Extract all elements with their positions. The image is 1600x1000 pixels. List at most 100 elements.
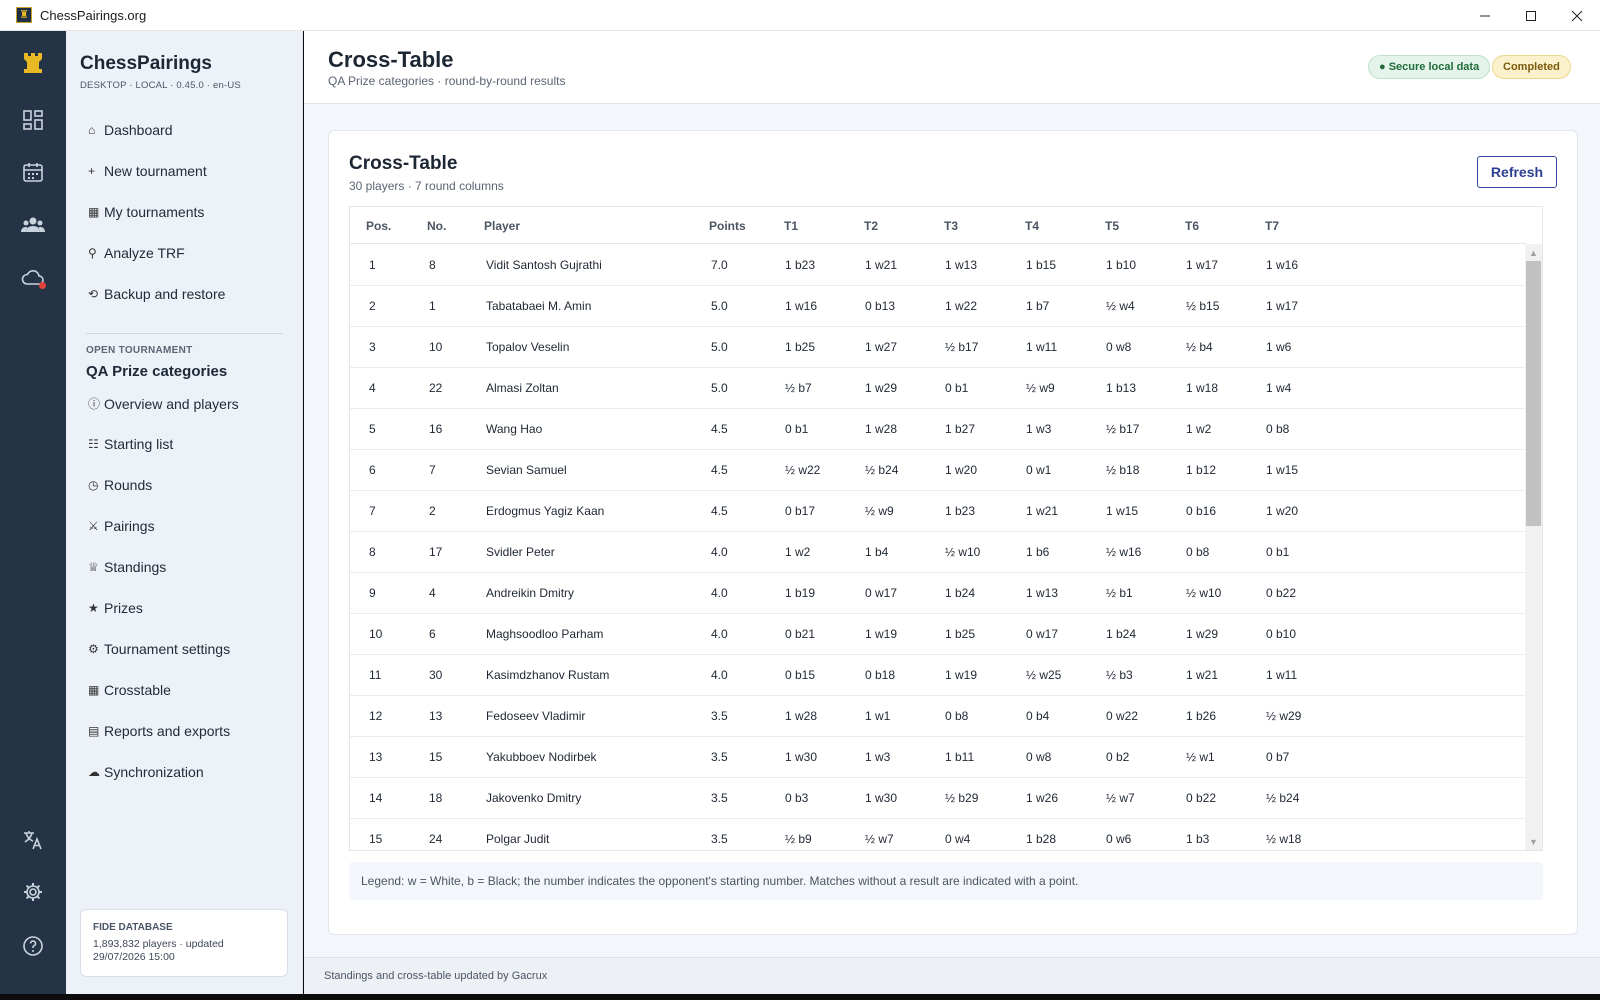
nav-analyze-trf[interactable]: ⚲ Analyze TRF bbox=[88, 245, 185, 261]
column-header-t6[interactable]: T6 bbox=[1185, 219, 1199, 233]
rail-settings-button[interactable] bbox=[13, 872, 53, 912]
column-header-no[interactable]: No. bbox=[427, 219, 446, 233]
nav-overview-players[interactable]: ⓘ Overview and players bbox=[88, 395, 239, 412]
column-header-t7[interactable]: T7 bbox=[1265, 219, 1279, 233]
cell-t1: 1 b23 bbox=[785, 258, 816, 272]
open-tournament-name: QA Prize categories bbox=[86, 363, 228, 380]
nav-pairings[interactable]: ⚔ Pairings bbox=[88, 518, 155, 534]
cell-points: 4.0 bbox=[711, 545, 728, 559]
cell-t5: ½ w16 bbox=[1106, 545, 1142, 559]
table-row[interactable]: 14 18 Jakovenko Dmitry 3.5 0 b3 1 w30 ½ b29 1 w… bbox=[350, 777, 1526, 819]
table-row[interactable]: 2 1 Tabatabaei M. Amin 5.0 1 w16 0 b13 1 w22 1 … bbox=[350, 285, 1526, 327]
crosstable[interactable]: Pos. No. Player Points T1 T2 T3 T4 T5 T6 T7 1 8 Vidi… bbox=[349, 206, 1543, 851]
cell-t3: 0 b1 bbox=[945, 381, 969, 395]
cell-pos: 3 bbox=[369, 340, 376, 354]
table-row[interactable]: 7 2 Erdogmus Yagiz Kaan 4.5 0 b17 ½ w9 1 b23 1 … bbox=[350, 490, 1526, 532]
column-header-t3[interactable]: T3 bbox=[944, 219, 958, 233]
nav-my-tournaments[interactable]: ▦ My tournaments bbox=[88, 204, 204, 220]
table-row[interactable]: 10 6 Maghsoodloo Parham 4.0 0 b21 1 w19 1 b25 0… bbox=[350, 613, 1526, 655]
column-header-points[interactable]: Points bbox=[709, 219, 746, 233]
cell-t3: 1 b25 bbox=[945, 627, 976, 641]
nav-new-tournament[interactable]: + New tournament bbox=[88, 163, 207, 179]
table-row[interactable]: 9 4 Andreikin Dmitry 4.0 1 b19 0 w17 1 b24 1 w1… bbox=[350, 572, 1526, 614]
nav-standings[interactable]: ♕ Standings bbox=[88, 559, 166, 575]
cell-t6: 0 b22 bbox=[1186, 791, 1217, 805]
table-row[interactable]: 12 13 Fedoseev Vladimir 3.5 1 w28 1 w1 0 b8 0 b… bbox=[350, 695, 1526, 737]
rail-calendar-button[interactable] bbox=[13, 152, 53, 192]
card-title: Cross-Table bbox=[349, 153, 458, 174]
cell-points: 7.0 bbox=[711, 258, 728, 272]
table-row[interactable]: 11 30 Kasimdzhanov Rustam 4.0 0 b15 0 b18 1 w1… bbox=[350, 654, 1526, 696]
scroll-thumb[interactable] bbox=[1526, 261, 1541, 526]
table-row[interactable]: 13 15 Yakubboev Nodirbek 3.5 1 w30 1 w3 1 b11 0… bbox=[350, 736, 1526, 778]
nav-dashboard[interactable]: ⌂ Dashboard bbox=[88, 122, 173, 138]
dashboard-icon bbox=[23, 110, 43, 130]
cell-t3: 0 w4 bbox=[945, 832, 971, 846]
home-icon: ⌂ bbox=[88, 123, 96, 137]
column-header-pos[interactable]: Pos. bbox=[366, 219, 391, 233]
table-row[interactable]: 3 10 Topalov Veselin 5.0 1 b25 1 w27 ½ b17 1 w1… bbox=[350, 326, 1526, 368]
table-row[interactable]: 15 24 Polgar Judit 3.5 ½ b9 ½ w7 0 w4 1 b28 0 w6… bbox=[350, 818, 1526, 850]
cell-pos: 14 bbox=[369, 791, 383, 805]
cell-t7: 1 w4 bbox=[1266, 381, 1292, 395]
rail-sync-button[interactable] bbox=[13, 258, 53, 298]
cell-player: Almasi Zoltan bbox=[486, 381, 559, 395]
plus-icon: + bbox=[88, 164, 96, 178]
cell-no: 4 bbox=[429, 586, 436, 600]
nav-backup-restore[interactable]: ⟲ Backup and restore bbox=[88, 286, 225, 302]
gear-icon bbox=[24, 883, 42, 901]
column-header-t4[interactable]: T4 bbox=[1025, 219, 1039, 233]
table-row[interactable]: 4 22 Almasi Zoltan 5.0 ½ b7 1 w29 0 b1 ½ w9 1 b1… bbox=[350, 367, 1526, 409]
scroll-down-icon[interactable]: ▼ bbox=[1525, 833, 1542, 850]
table-scrollbar[interactable]: ▲ ▼ bbox=[1525, 244, 1542, 850]
nav-synchronization[interactable]: ☁ Synchronization bbox=[88, 764, 204, 780]
table-row[interactable]: 5 16 Wang Hao 4.5 0 b1 1 w28 1 b27 1 w3 ½ b17 1 w… bbox=[350, 408, 1526, 450]
cell-t5: ½ w4 bbox=[1106, 299, 1135, 313]
cell-pos: 4 bbox=[369, 381, 376, 395]
table-row[interactable]: 1 8 Vidit Santosh Gujrathi 7.0 1 b23 1 w21 1 w… bbox=[350, 244, 1526, 286]
fide-title: FIDE DATABASE bbox=[93, 922, 173, 933]
rail-language-button[interactable] bbox=[13, 820, 53, 860]
nav-rounds[interactable]: ◷ Rounds bbox=[88, 477, 152, 493]
table-row[interactable]: 6 7 Sevian Samuel 4.5 ½ w22 ½ b24 1 w20 0 w1 ½ b… bbox=[350, 449, 1526, 491]
nav-label: Standings bbox=[104, 559, 167, 575]
table-body[interactable]: 1 8 Vidit Santosh Gujrathi 7.0 1 b23 1 w21 1 w… bbox=[350, 244, 1526, 850]
cell-t7: 0 b10 bbox=[1266, 627, 1297, 641]
page-subtitle: QA Prize categories · round-by-round res… bbox=[328, 74, 566, 88]
nav-prizes[interactable]: ★ Prizes bbox=[88, 600, 143, 616]
cell-t4: 0 w8 bbox=[1026, 750, 1052, 764]
nav-crosstable[interactable]: ▦ Crosstable bbox=[88, 682, 171, 698]
cell-t2: 1 w3 bbox=[865, 750, 891, 764]
cell-no: 1 bbox=[429, 299, 436, 313]
table-row[interactable]: 8 17 Svidler Peter 4.0 1 w2 1 b4 ½ w10 1 b6 ½ w1… bbox=[350, 531, 1526, 573]
report-icon: ▤ bbox=[88, 724, 100, 738]
cell-t4: 0 w17 bbox=[1026, 627, 1059, 641]
nav-label: Synchronization bbox=[104, 764, 204, 780]
cell-pos: 6 bbox=[369, 463, 376, 477]
close-button[interactable] bbox=[1554, 0, 1600, 31]
nav-tournament-settings[interactable]: ⚙ Tournament settings bbox=[88, 641, 230, 657]
cell-pos: 11 bbox=[369, 668, 382, 682]
cell-pos: 12 bbox=[369, 709, 383, 723]
search-icon: ⚲ bbox=[88, 246, 97, 260]
column-header-t2[interactable]: T2 bbox=[864, 219, 878, 233]
cell-t4: 1 b7 bbox=[1026, 299, 1050, 313]
table-icon: ▦ bbox=[88, 683, 100, 697]
maximize-button[interactable] bbox=[1508, 0, 1554, 31]
minimize-button[interactable] bbox=[1462, 0, 1508, 31]
nav-label: Reports and exports bbox=[104, 723, 231, 739]
column-header-t1[interactable]: T1 bbox=[784, 219, 798, 233]
column-header-player[interactable]: Player bbox=[484, 219, 520, 233]
column-header-t5[interactable]: T5 bbox=[1105, 219, 1119, 233]
cell-no: 10 bbox=[429, 340, 443, 354]
nav-starting-list[interactable]: ☷ Starting list bbox=[88, 436, 173, 452]
nav-reports-exports[interactable]: ▤ Reports and exports bbox=[88, 723, 230, 739]
cell-player: Svidler Peter bbox=[486, 545, 555, 559]
rail-dashboard-button[interactable] bbox=[13, 100, 53, 140]
cell-no: 17 bbox=[429, 545, 443, 559]
cell-t1: ½ b7 bbox=[785, 381, 812, 395]
scroll-up-icon[interactable]: ▲ bbox=[1525, 244, 1542, 261]
refresh-button[interactable]: Refresh bbox=[1477, 156, 1557, 188]
rail-players-button[interactable] bbox=[13, 205, 53, 245]
rail-help-button[interactable] bbox=[13, 926, 53, 966]
